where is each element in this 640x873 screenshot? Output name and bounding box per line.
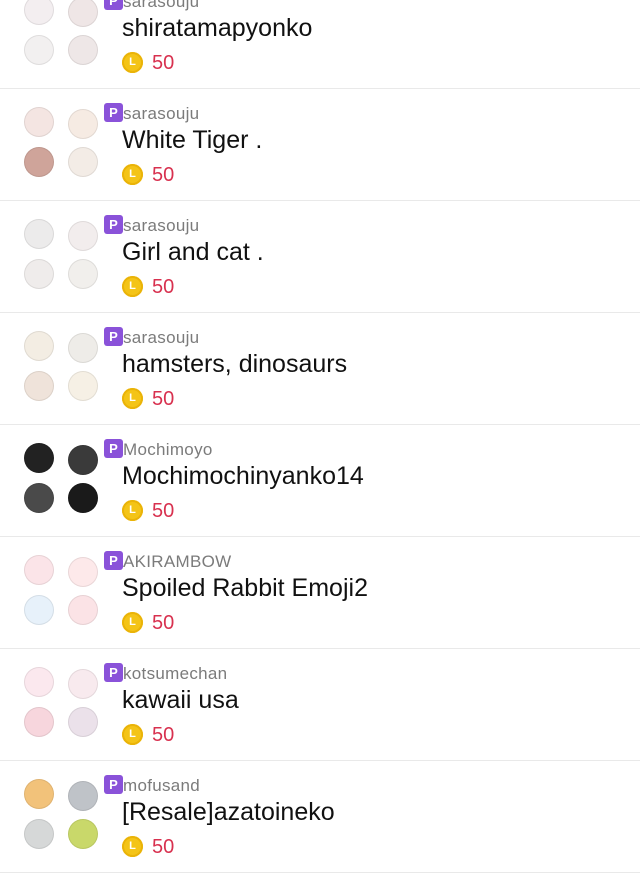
premium-badge: P bbox=[104, 439, 123, 458]
line-coin-icon: L bbox=[122, 500, 143, 521]
sticker-list-item[interactable]: P sarasouju hamsters, dinosaurs L 50 bbox=[0, 313, 640, 425]
sticker-preview-icon bbox=[24, 483, 54, 513]
sticker-thumbnail: P bbox=[22, 325, 123, 405]
sticker-preview-icon bbox=[24, 371, 54, 401]
sticker-preview-icon bbox=[24, 147, 54, 177]
sticker-thumbnail: P bbox=[22, 661, 123, 741]
sticker-preview-icon bbox=[24, 259, 54, 289]
sticker-list-item[interactable]: P mofusand [Resale]azatoineko L 50 bbox=[0, 761, 640, 873]
author-name: AKIRAMBOW bbox=[123, 552, 232, 571]
author-name: sarasouju bbox=[123, 328, 200, 347]
price-amount: 50 bbox=[152, 612, 175, 634]
sticker-preview-icon bbox=[24, 707, 54, 737]
price-amount: 50 bbox=[152, 52, 175, 74]
sticker-preview-icon bbox=[24, 667, 54, 697]
sticker-list-item[interactable]: P kotsumechan kawaii usa L 50 bbox=[0, 649, 640, 761]
sticker-preview-icon bbox=[68, 35, 98, 65]
sticker-preview-icon bbox=[24, 555, 54, 585]
sticker-list-item[interactable]: P AKIRAMBOW Spoiled Rabbit Emoji2 L 50 bbox=[0, 537, 640, 649]
sticker-preview-icon bbox=[68, 445, 98, 475]
sticker-preview-icon bbox=[68, 819, 98, 849]
sticker-preview-icon bbox=[68, 371, 98, 401]
sticker-preview-icon bbox=[24, 0, 54, 25]
sticker-preview-icon bbox=[68, 483, 98, 513]
premium-badge: P bbox=[104, 215, 123, 234]
author-name: Mochimoyo bbox=[123, 440, 213, 459]
line-coin-icon: L bbox=[122, 388, 143, 409]
line-coin-icon: L bbox=[122, 164, 143, 185]
sticker-thumbnail: P bbox=[22, 213, 123, 293]
sticker-preview-icon bbox=[68, 109, 98, 139]
premium-badge: P bbox=[104, 327, 123, 346]
sticker-thumbnail: P bbox=[22, 0, 123, 69]
sticker-title: White Tiger . bbox=[122, 126, 263, 154]
line-coin-icon: L bbox=[122, 612, 143, 633]
sticker-list-item[interactable]: P sarasouju shiratamapyonko L 50 bbox=[0, 0, 640, 89]
sticker-list-item[interactable]: P sarasouju White Tiger . L 50 bbox=[0, 89, 640, 201]
sticker-title: Mochimochinyanko14 bbox=[122, 462, 364, 490]
sticker-title: shiratamapyonko bbox=[122, 14, 313, 42]
sticker-preview-icon bbox=[24, 443, 54, 473]
line-coin-icon: L bbox=[122, 276, 143, 297]
price-amount: 50 bbox=[152, 276, 175, 298]
sticker-preview-icon bbox=[24, 331, 54, 361]
author-name: sarasouju bbox=[123, 216, 200, 235]
sticker-preview-icon bbox=[68, 707, 98, 737]
sticker-title: Spoiled Rabbit Emoji2 bbox=[122, 574, 368, 602]
sticker-preview-icon bbox=[24, 219, 54, 249]
author-name: sarasouju bbox=[123, 0, 200, 11]
sticker-preview-icon bbox=[68, 0, 98, 27]
sticker-title: Girl and cat . bbox=[122, 238, 264, 266]
sticker-preview-icon bbox=[24, 35, 54, 65]
price-amount: 50 bbox=[152, 500, 175, 522]
premium-badge: P bbox=[104, 551, 123, 570]
price-amount: 50 bbox=[152, 164, 175, 186]
sticker-preview-icon bbox=[24, 107, 54, 137]
sticker-thumbnail: P bbox=[22, 549, 123, 629]
sticker-preview-icon bbox=[68, 147, 98, 177]
author-name: sarasouju bbox=[123, 104, 200, 123]
sticker-preview-icon bbox=[24, 779, 54, 809]
premium-badge: P bbox=[104, 103, 123, 122]
line-coin-icon: L bbox=[122, 52, 143, 73]
sticker-preview-icon bbox=[68, 557, 98, 587]
price-amount: 50 bbox=[152, 836, 175, 858]
sticker-thumbnail: P bbox=[22, 101, 123, 181]
sticker-thumbnail: P bbox=[22, 437, 123, 517]
price-amount: 50 bbox=[152, 724, 175, 746]
line-coin-icon: L bbox=[122, 836, 143, 857]
sticker-preview-icon bbox=[68, 221, 98, 251]
sticker-title: kawaii usa bbox=[122, 686, 239, 714]
line-coin-icon: L bbox=[122, 724, 143, 745]
premium-badge: P bbox=[104, 0, 123, 10]
sticker-preview-icon bbox=[68, 781, 98, 811]
price-amount: 50 bbox=[152, 388, 175, 410]
author-name: kotsumechan bbox=[123, 664, 228, 683]
sticker-preview-icon bbox=[68, 259, 98, 289]
sticker-preview-icon bbox=[68, 595, 98, 625]
sticker-title: [Resale]azatoineko bbox=[122, 798, 335, 826]
sticker-list: P sarasouju shiratamapyonko L 50 P saras… bbox=[0, 0, 640, 873]
author-name: mofusand bbox=[123, 776, 201, 795]
sticker-preview-icon bbox=[68, 669, 98, 699]
sticker-list-item[interactable]: P Mochimoyo Mochimochinyanko14 L 50 bbox=[0, 425, 640, 537]
sticker-preview-icon bbox=[24, 595, 54, 625]
premium-badge: P bbox=[104, 663, 123, 682]
sticker-thumbnail: P bbox=[22, 773, 123, 853]
sticker-title: hamsters, dinosaurs bbox=[122, 350, 348, 378]
premium-badge: P bbox=[104, 775, 123, 794]
sticker-preview-icon bbox=[24, 819, 54, 849]
sticker-list-item[interactable]: P sarasouju Girl and cat . L 50 bbox=[0, 201, 640, 313]
sticker-preview-icon bbox=[68, 333, 98, 363]
